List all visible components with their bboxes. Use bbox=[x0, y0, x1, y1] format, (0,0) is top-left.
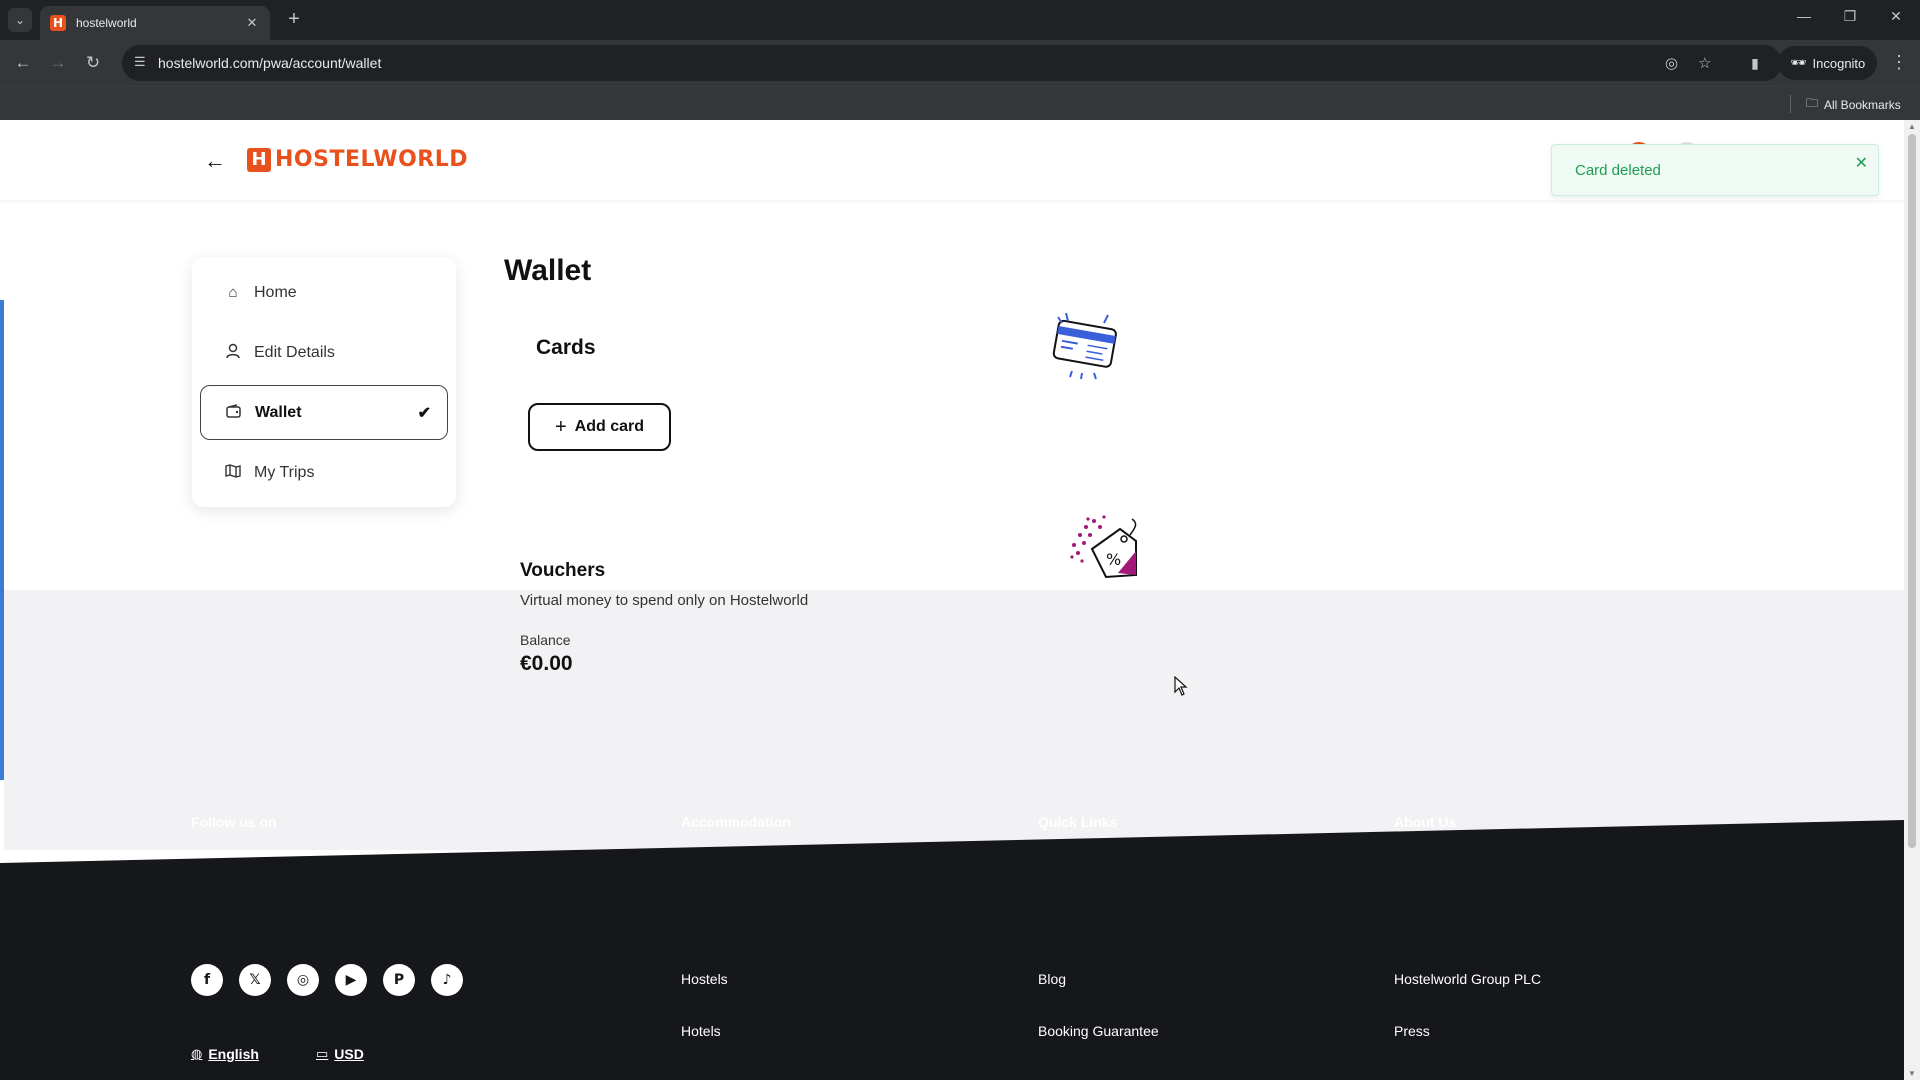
side-panel-icon[interactable]: ▮ bbox=[1744, 52, 1766, 74]
instagram-icon[interactable]: ◎ bbox=[287, 964, 319, 996]
reload-icon[interactable]: ↻ bbox=[82, 52, 104, 74]
footer-link-blog[interactable]: Blog bbox=[1038, 971, 1066, 987]
mouse-cursor-icon bbox=[1174, 675, 1188, 696]
footer-link-press[interactable]: Press bbox=[1394, 1023, 1430, 1039]
currency-label: USD bbox=[334, 1046, 364, 1062]
scroll-thumb[interactable] bbox=[1908, 134, 1916, 848]
sidebar-item-my-trips[interactable]: My Trips bbox=[200, 445, 448, 500]
sidebar-item-wallet[interactable]: Wallet ✔ bbox=[200, 385, 448, 440]
all-bookmarks-label: All Bookmarks bbox=[1824, 97, 1901, 112]
add-card-label: Add card bbox=[574, 418, 645, 435]
youtube-icon[interactable]: ▶ bbox=[335, 964, 367, 996]
vouchers-title: Vouchers bbox=[520, 560, 606, 581]
cards-section-title: Cards bbox=[536, 336, 596, 359]
back-icon[interactable]: ← bbox=[12, 52, 34, 74]
globe-icon: ◍ bbox=[191, 1046, 203, 1061]
sidebar-item-label: My Trips bbox=[254, 463, 315, 481]
svg-text:%: % bbox=[1106, 550, 1121, 569]
toast-notification: Card deleted ✕ bbox=[1551, 144, 1879, 196]
folder-icon: 🗀 bbox=[1806, 96, 1819, 110]
footer-follow-title: Follow us on bbox=[191, 814, 277, 830]
footer-link-booking-guarantee[interactable]: Booking Guarantee bbox=[1038, 1023, 1159, 1039]
site-info-icon[interactable]: ☰ bbox=[134, 54, 146, 70]
forward-icon[interactable]: → bbox=[47, 52, 69, 74]
eye-off-icon[interactable]: ◎ bbox=[1665, 54, 1678, 72]
wallet-icon bbox=[225, 403, 243, 422]
scroll-down-icon[interactable]: ▼ bbox=[1908, 1069, 1916, 1078]
browser-menu-icon[interactable]: ⋮ bbox=[1890, 52, 1908, 73]
checkmark-icon: ✔ bbox=[417, 404, 431, 422]
sidebar-item-label: Home bbox=[254, 283, 297, 301]
address-url[interactable]: hostelworld.com/pwa/account/wallet bbox=[158, 55, 381, 71]
page-viewport: ← H HOSTELWORLD Card deleted ✕ ⌂ Home Ed… bbox=[0, 120, 1904, 1080]
balance-label: Balance bbox=[520, 632, 571, 648]
footer-link-group-plc[interactable]: Hostelworld Group PLC bbox=[1394, 971, 1541, 987]
browser-toolbar: ← → ↻ ☰ hostelworld.com/pwa/account/wall… bbox=[0, 40, 1920, 86]
footer-link-hostels[interactable]: Hostels bbox=[681, 971, 728, 987]
credit-card-illustration-icon bbox=[1052, 312, 1117, 380]
hostelworld-favicon-icon: H bbox=[50, 15, 66, 31]
account-sidebar: ⌂ Home Edit Details Wallet ✔ My Trips bbox=[192, 257, 456, 507]
plus-icon: + bbox=[554, 415, 567, 438]
star-icon[interactable]: ☆ bbox=[1698, 54, 1711, 72]
map-icon bbox=[224, 463, 242, 482]
sidebar-item-edit-details[interactable]: Edit Details bbox=[200, 325, 448, 380]
x-icon[interactable]: 𝕏 bbox=[239, 964, 271, 996]
logo-text: HOSTELWORLD bbox=[275, 147, 468, 172]
new-tab-icon[interactable]: + bbox=[282, 8, 306, 32]
language-label: English bbox=[208, 1046, 259, 1062]
page-title: Wallet bbox=[504, 254, 592, 287]
incognito-badge[interactable]: 🕶 Incognito bbox=[1778, 46, 1878, 80]
tiktok-icon[interactable]: ♪ bbox=[431, 964, 463, 996]
restore-icon[interactable]: ❐ bbox=[1838, 8, 1862, 25]
incognito-icon: 🕶 bbox=[1790, 55, 1807, 70]
window-close-icon[interactable]: ✕ bbox=[1884, 8, 1908, 25]
vouchers-section bbox=[4, 590, 1904, 850]
back-arrow-icon[interactable]: ← bbox=[204, 148, 226, 174]
home-icon: ⌂ bbox=[228, 284, 238, 301]
logo-mark-icon: H bbox=[247, 147, 271, 172]
toast-message: Card deleted bbox=[1575, 162, 1661, 179]
bookmarks-divider bbox=[1790, 95, 1791, 113]
currency-selector[interactable]: ▭ USD bbox=[316, 1046, 364, 1062]
footer-link-hotels[interactable]: Hotels bbox=[681, 1023, 721, 1039]
add-card-button[interactable]: + Add card bbox=[528, 403, 671, 451]
currency-icon: ▭ bbox=[316, 1046, 329, 1061]
bookmarks-bar: 🗀 All Bookmarks bbox=[0, 86, 1920, 120]
footer-accommodation-title: Accommodation bbox=[681, 814, 791, 830]
facebook-icon[interactable]: f bbox=[191, 964, 223, 996]
sidebar-item-home[interactable]: ⌂ Home bbox=[200, 265, 448, 320]
incognito-label: Incognito bbox=[1812, 55, 1866, 71]
all-bookmarks-button[interactable]: 🗀 All Bookmarks bbox=[1806, 94, 1901, 115]
tab-list-icon[interactable]: ⌄ bbox=[8, 8, 32, 32]
site-footer bbox=[0, 820, 1904, 1080]
footer-about-title: About Us bbox=[1394, 814, 1457, 830]
toast-close-icon[interactable]: ✕ bbox=[1855, 153, 1868, 173]
hostelworld-logo[interactable]: H HOSTELWORLD bbox=[247, 147, 468, 172]
vouchers-description: Virtual money to spend only on Hostelwor… bbox=[520, 592, 809, 609]
scroll-up-icon[interactable]: ▲ bbox=[1908, 122, 1916, 131]
language-selector[interactable]: ◍ English bbox=[191, 1046, 259, 1062]
person-icon bbox=[224, 343, 242, 363]
address-bar[interactable]: ☰ hostelworld.com/pwa/account/wallet ◎ ☆ bbox=[122, 45, 1782, 81]
page-scrollbar[interactable]: ▲ ▼ bbox=[1904, 120, 1920, 1080]
browser-tabbar: ⌄ H hostelworld ✕ + — ❐ ✕ bbox=[0, 0, 1920, 40]
voucher-tag-illustration-icon: % bbox=[1070, 515, 1137, 579]
minimize-icon[interactable]: — bbox=[1792, 8, 1816, 24]
footer-quick-links-title: Quick Links bbox=[1038, 814, 1118, 830]
sidebar-item-label: Edit Details bbox=[254, 343, 335, 361]
tab-title: hostelworld bbox=[76, 16, 137, 30]
tab-close-icon[interactable]: ✕ bbox=[244, 15, 260, 31]
balance-value: €0.00 bbox=[520, 652, 573, 675]
browser-tab[interactable]: H hostelworld ✕ bbox=[40, 6, 270, 40]
sidebar-item-label: Wallet bbox=[255, 403, 302, 421]
pinterest-icon[interactable]: P bbox=[383, 964, 415, 996]
